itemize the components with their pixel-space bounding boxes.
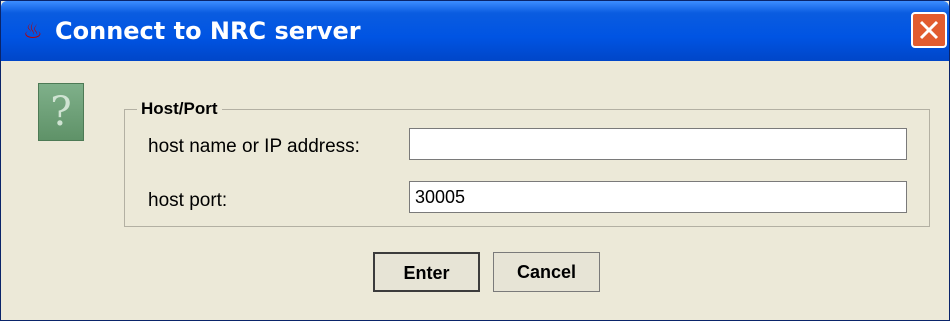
close-icon — [919, 20, 939, 40]
question-icon: ? — [38, 83, 84, 141]
host-port-input[interactable] — [409, 181, 907, 213]
window-title: Connect to NRC server — [55, 17, 361, 45]
host-port-label: host port: — [148, 190, 228, 211]
title-bar[interactable]: ♨ Connect to NRC server — [1, 1, 949, 61]
close-button[interactable] — [911, 12, 947, 48]
enter-button[interactable]: Enter — [373, 252, 480, 292]
java-cup-icon: ♨ — [23, 19, 43, 44]
group-title: Host/Port — [141, 99, 218, 118]
cancel-button[interactable]: Cancel — [493, 252, 600, 292]
dialog-window: ♨ Connect to NRC server ? Host/Port host… — [0, 0, 950, 321]
host-name-input[interactable] — [409, 128, 907, 160]
host-name-label: host name or IP address: — [148, 136, 360, 157]
